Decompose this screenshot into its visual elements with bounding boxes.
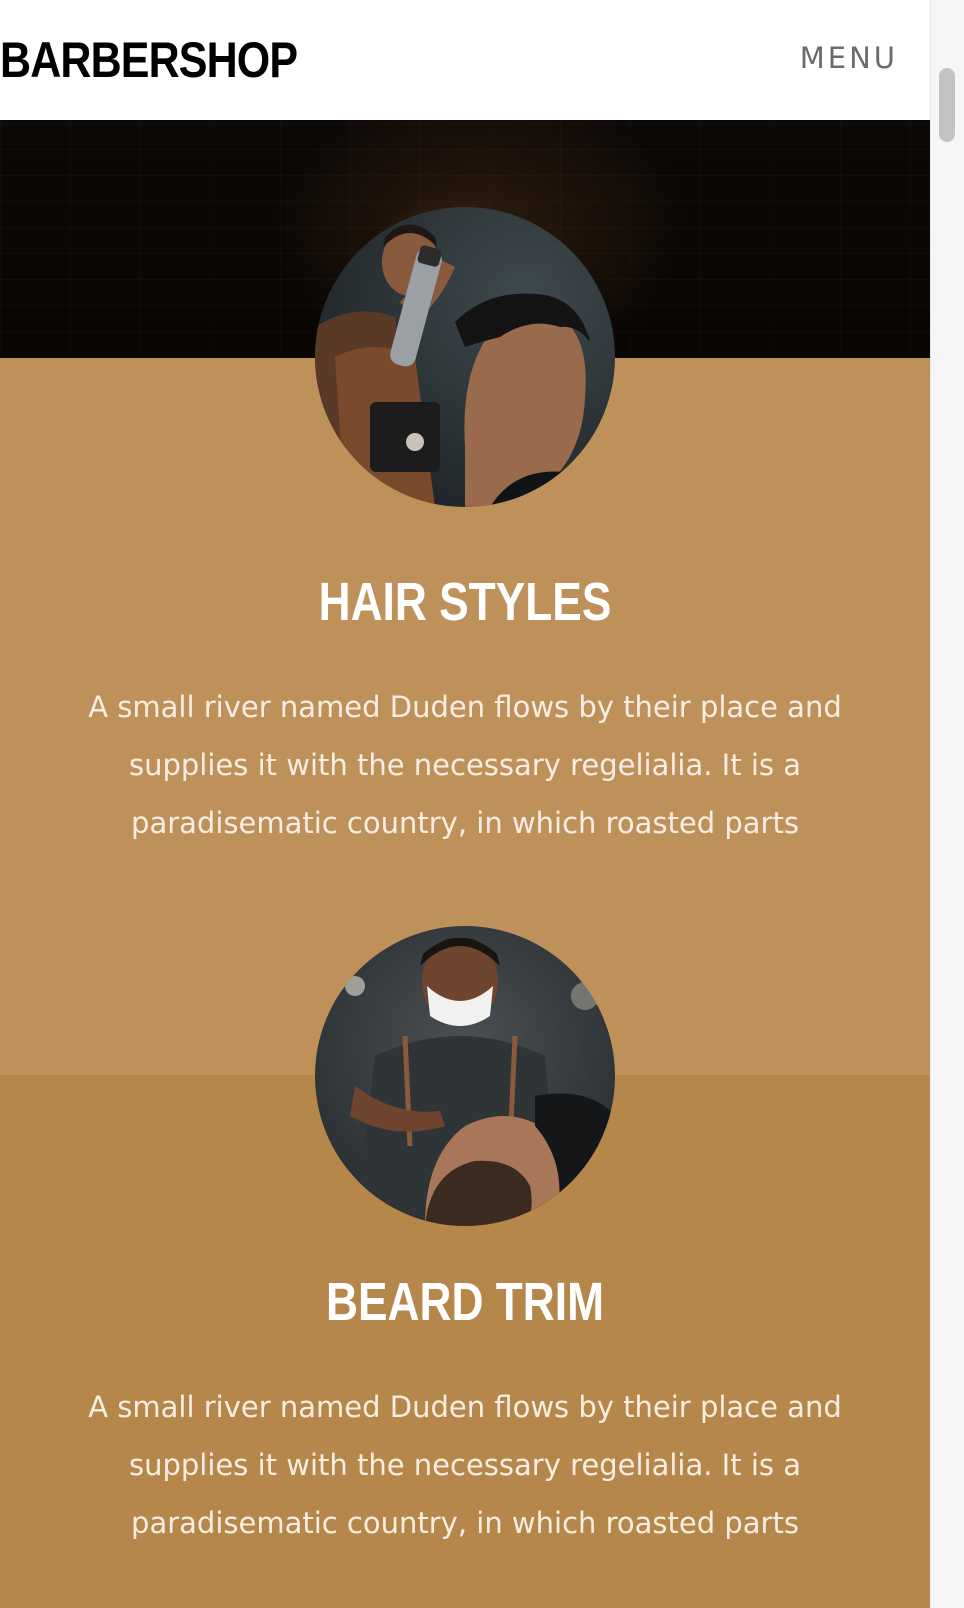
service-title-hair-styles: HAIR STYLES (318, 572, 612, 632)
page-scrollbar[interactable] (930, 0, 964, 1608)
service-title-beard-trim: BEARD TRIM (326, 1272, 604, 1332)
page-viewport: BARBERSHOP MENU HAIR STYLES A small rive… (0, 0, 930, 1608)
hair-styles-photo (315, 207, 615, 507)
barber-beard-trim-photo-icon (315, 926, 615, 1226)
scrollbar-thumb[interactable] (939, 68, 955, 142)
service-description-hair-styles: A small river named Duden flows by their… (88, 690, 842, 840)
brand-logo[interactable]: BARBERSHOP (0, 30, 298, 90)
navbar: BARBERSHOP MENU (0, 0, 930, 120)
service-description-beard-trim: A small river named Duden flows by their… (88, 1390, 842, 1540)
beard-trim-photo (315, 926, 615, 1226)
barber-styling-hair-photo-icon (315, 207, 615, 507)
menu-button[interactable]: MENU (800, 38, 898, 78)
